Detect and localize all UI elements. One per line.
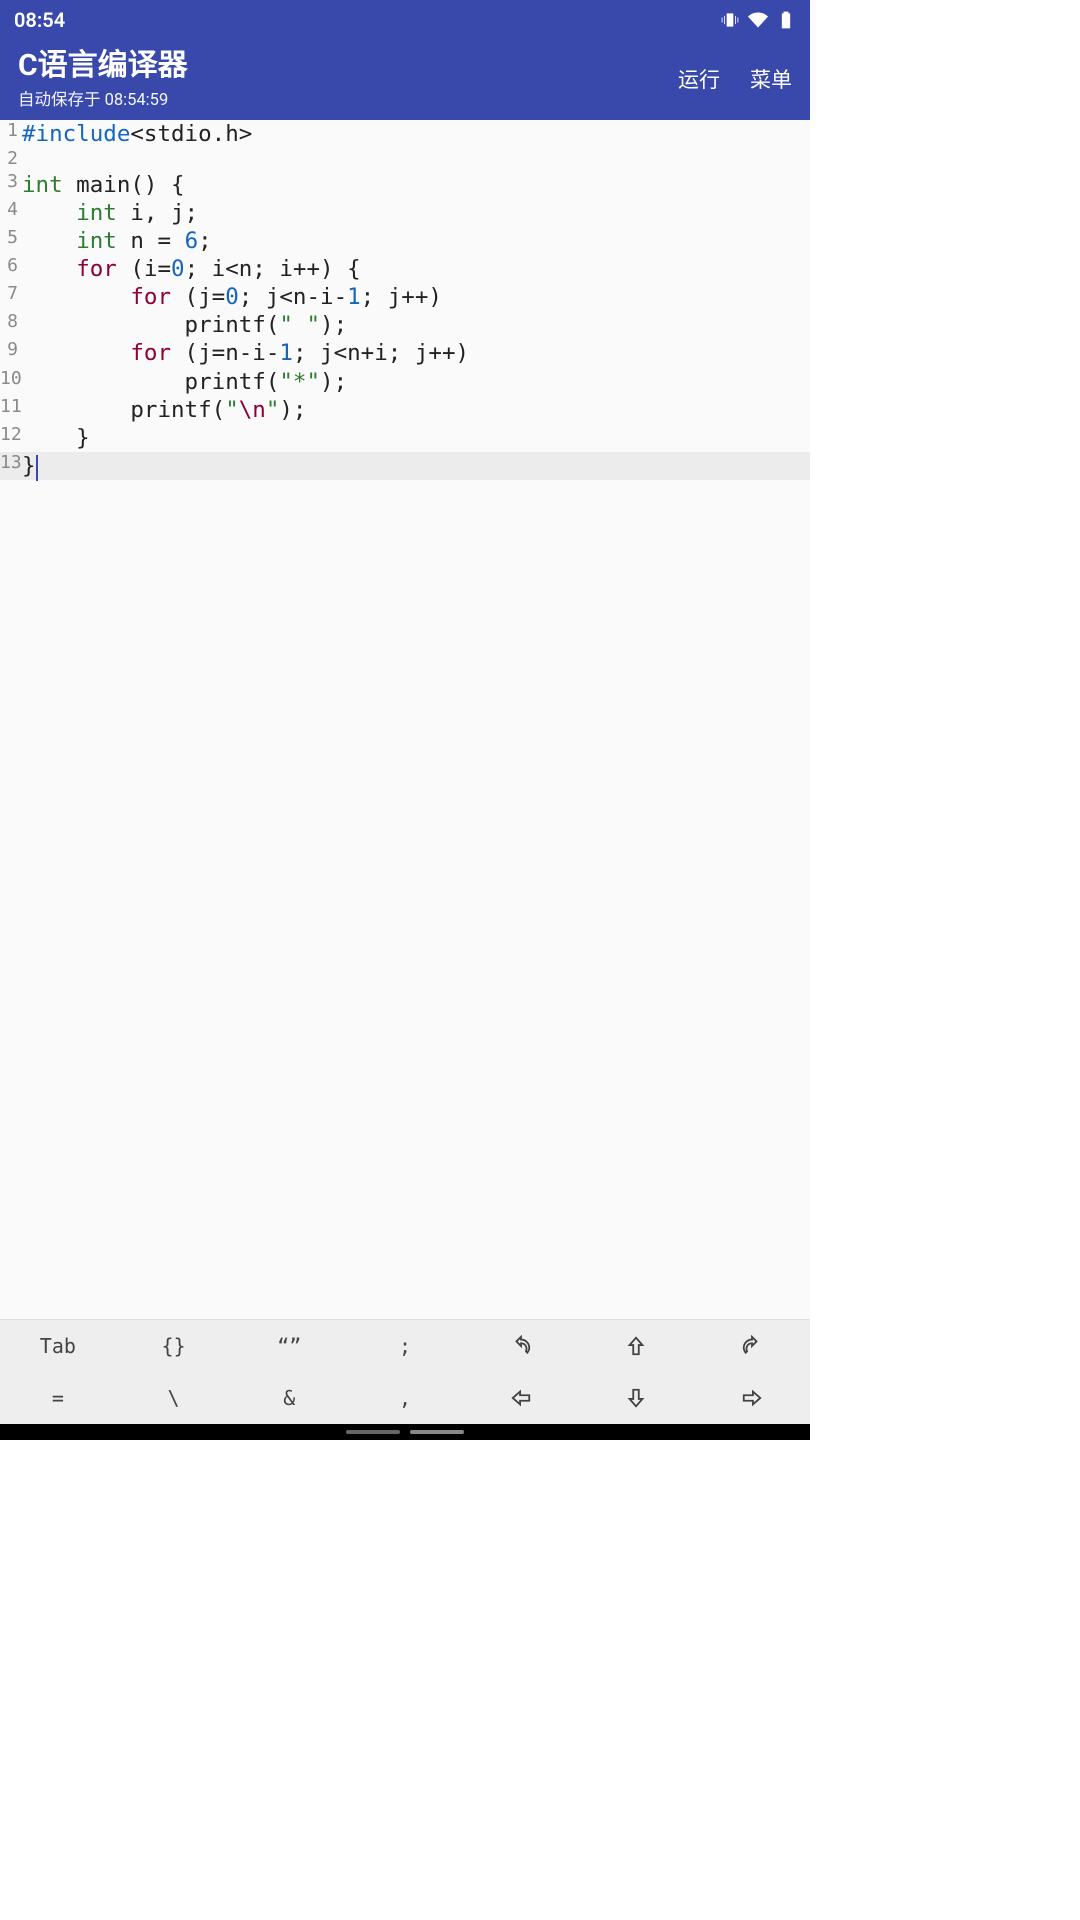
vibrate-icon (720, 10, 740, 30)
key-[interactable]: & (231, 1372, 347, 1424)
code-content[interactable]: int n = 6; (22, 227, 810, 255)
line-number: 8 (0, 311, 22, 339)
left-arrow-icon[interactable] (463, 1372, 579, 1424)
key-[interactable]: {} (116, 1320, 232, 1372)
right-arrow-icon[interactable] (694, 1372, 810, 1424)
line-number: 10 (0, 368, 22, 396)
line-number: 9 (0, 339, 22, 367)
app-bar: C语言编译器 自动保存于 08:54:59 运行 菜单 (0, 40, 810, 120)
run-button[interactable]: 运行 (678, 64, 720, 94)
line-number: 7 (0, 283, 22, 311)
line-number: 5 (0, 227, 22, 255)
key-Tab[interactable]: Tab (0, 1320, 116, 1372)
key-[interactable]: \ (116, 1372, 232, 1424)
code-line[interactable]: 3int main() { (0, 171, 810, 199)
key-[interactable]: = (0, 1372, 116, 1424)
code-content[interactable]: for (j=0; j<n-i-1; j++) (22, 283, 810, 311)
code-line[interactable]: 4 int i, j; (0, 199, 810, 227)
shortcut-bar: Tab{}“”; =\&, (0, 1319, 810, 1424)
android-nav-bar (0, 1424, 810, 1440)
code-line[interactable]: 11 printf("\n"); (0, 396, 810, 424)
code-line[interactable]: 5 int n = 6; (0, 227, 810, 255)
app-title: C语言编译器 (18, 48, 678, 84)
up-arrow-icon[interactable] (579, 1320, 695, 1372)
battery-icon (776, 10, 796, 30)
line-number: 11 (0, 396, 22, 424)
undo-icon[interactable] (463, 1320, 579, 1372)
down-arrow-icon[interactable] (579, 1372, 695, 1424)
menu-button[interactable]: 菜单 (750, 64, 792, 94)
code-content[interactable]: printf(" "); (22, 311, 810, 339)
key-[interactable]: , (347, 1372, 463, 1424)
code-line[interactable]: 6 for (i=0; i<n; i++) { (0, 255, 810, 283)
code-content[interactable]: } (22, 452, 810, 480)
code-content[interactable]: for (j=n-i-1; j<n+i; j++) (22, 339, 810, 367)
code-line[interactable]: 13} (0, 452, 810, 480)
code-line[interactable]: 2 (0, 148, 810, 171)
code-line[interactable]: 1#include<stdio.h> (0, 120, 810, 148)
redo-icon[interactable] (694, 1320, 810, 1372)
status-time: 08:54 (14, 8, 720, 32)
code-content[interactable] (22, 148, 810, 171)
code-content[interactable]: for (i=0; i<n; i++) { (22, 255, 810, 283)
code-line[interactable]: 9 for (j=n-i-1; j<n+i; j++) (0, 339, 810, 367)
text-cursor (36, 455, 38, 481)
autosave-status: 自动保存于 08:54:59 (18, 86, 678, 110)
line-number: 1 (0, 120, 22, 148)
code-line[interactable]: 10 printf("*"); (0, 368, 810, 396)
line-number: 3 (0, 171, 22, 199)
code-content[interactable]: printf("*"); (22, 368, 810, 396)
code-line[interactable]: 12 } (0, 424, 810, 452)
code-editor[interactable]: 1#include<stdio.h>23int main() {4 int i,… (0, 120, 810, 1319)
line-number: 12 (0, 424, 22, 452)
wifi-icon (748, 10, 768, 30)
code-content[interactable]: int i, j; (22, 199, 810, 227)
key-[interactable]: ; (347, 1320, 463, 1372)
code-line[interactable]: 8 printf(" "); (0, 311, 810, 339)
code-line[interactable]: 7 for (j=0; j<n-i-1; j++) (0, 283, 810, 311)
code-content[interactable]: printf("\n"); (22, 396, 810, 424)
status-bar: 08:54 (0, 0, 810, 40)
line-number: 13 (0, 452, 22, 480)
code-content[interactable]: } (22, 424, 810, 452)
line-number: 2 (0, 148, 22, 171)
code-content[interactable]: #include<stdio.h> (22, 120, 810, 148)
status-icons (720, 10, 796, 30)
key-[interactable]: “” (231, 1320, 347, 1372)
code-content[interactable]: int main() { (22, 171, 810, 199)
line-number: 6 (0, 255, 22, 283)
line-number: 4 (0, 199, 22, 227)
